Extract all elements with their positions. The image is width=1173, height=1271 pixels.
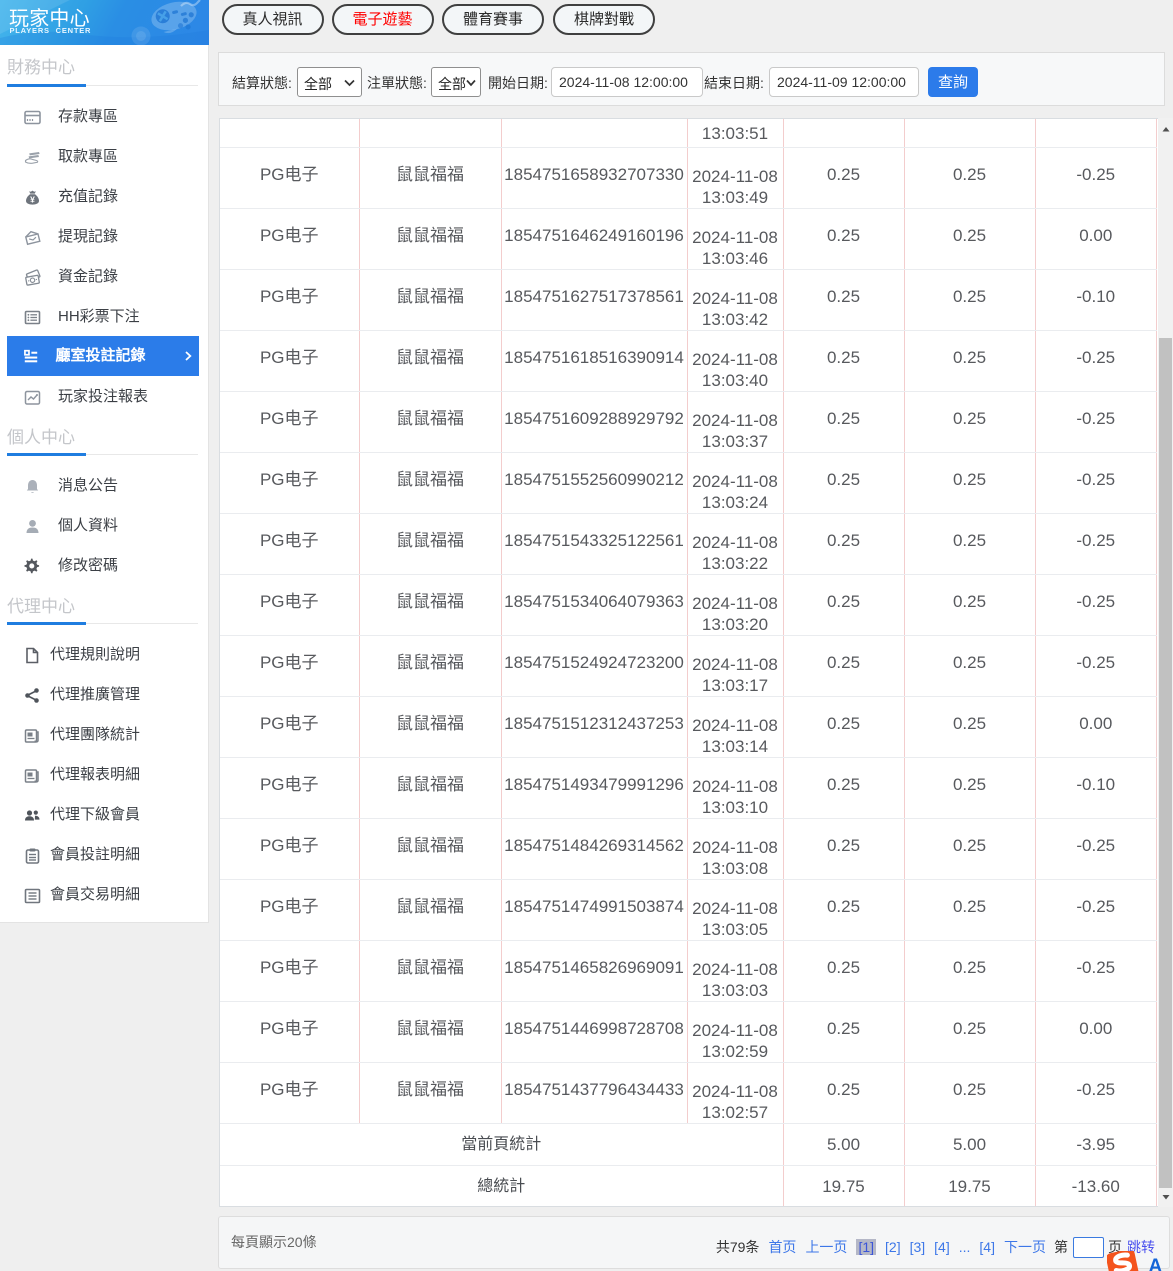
svg-text:¥: ¥ xyxy=(30,195,35,205)
svg-text:A: A xyxy=(1149,1256,1163,1271)
